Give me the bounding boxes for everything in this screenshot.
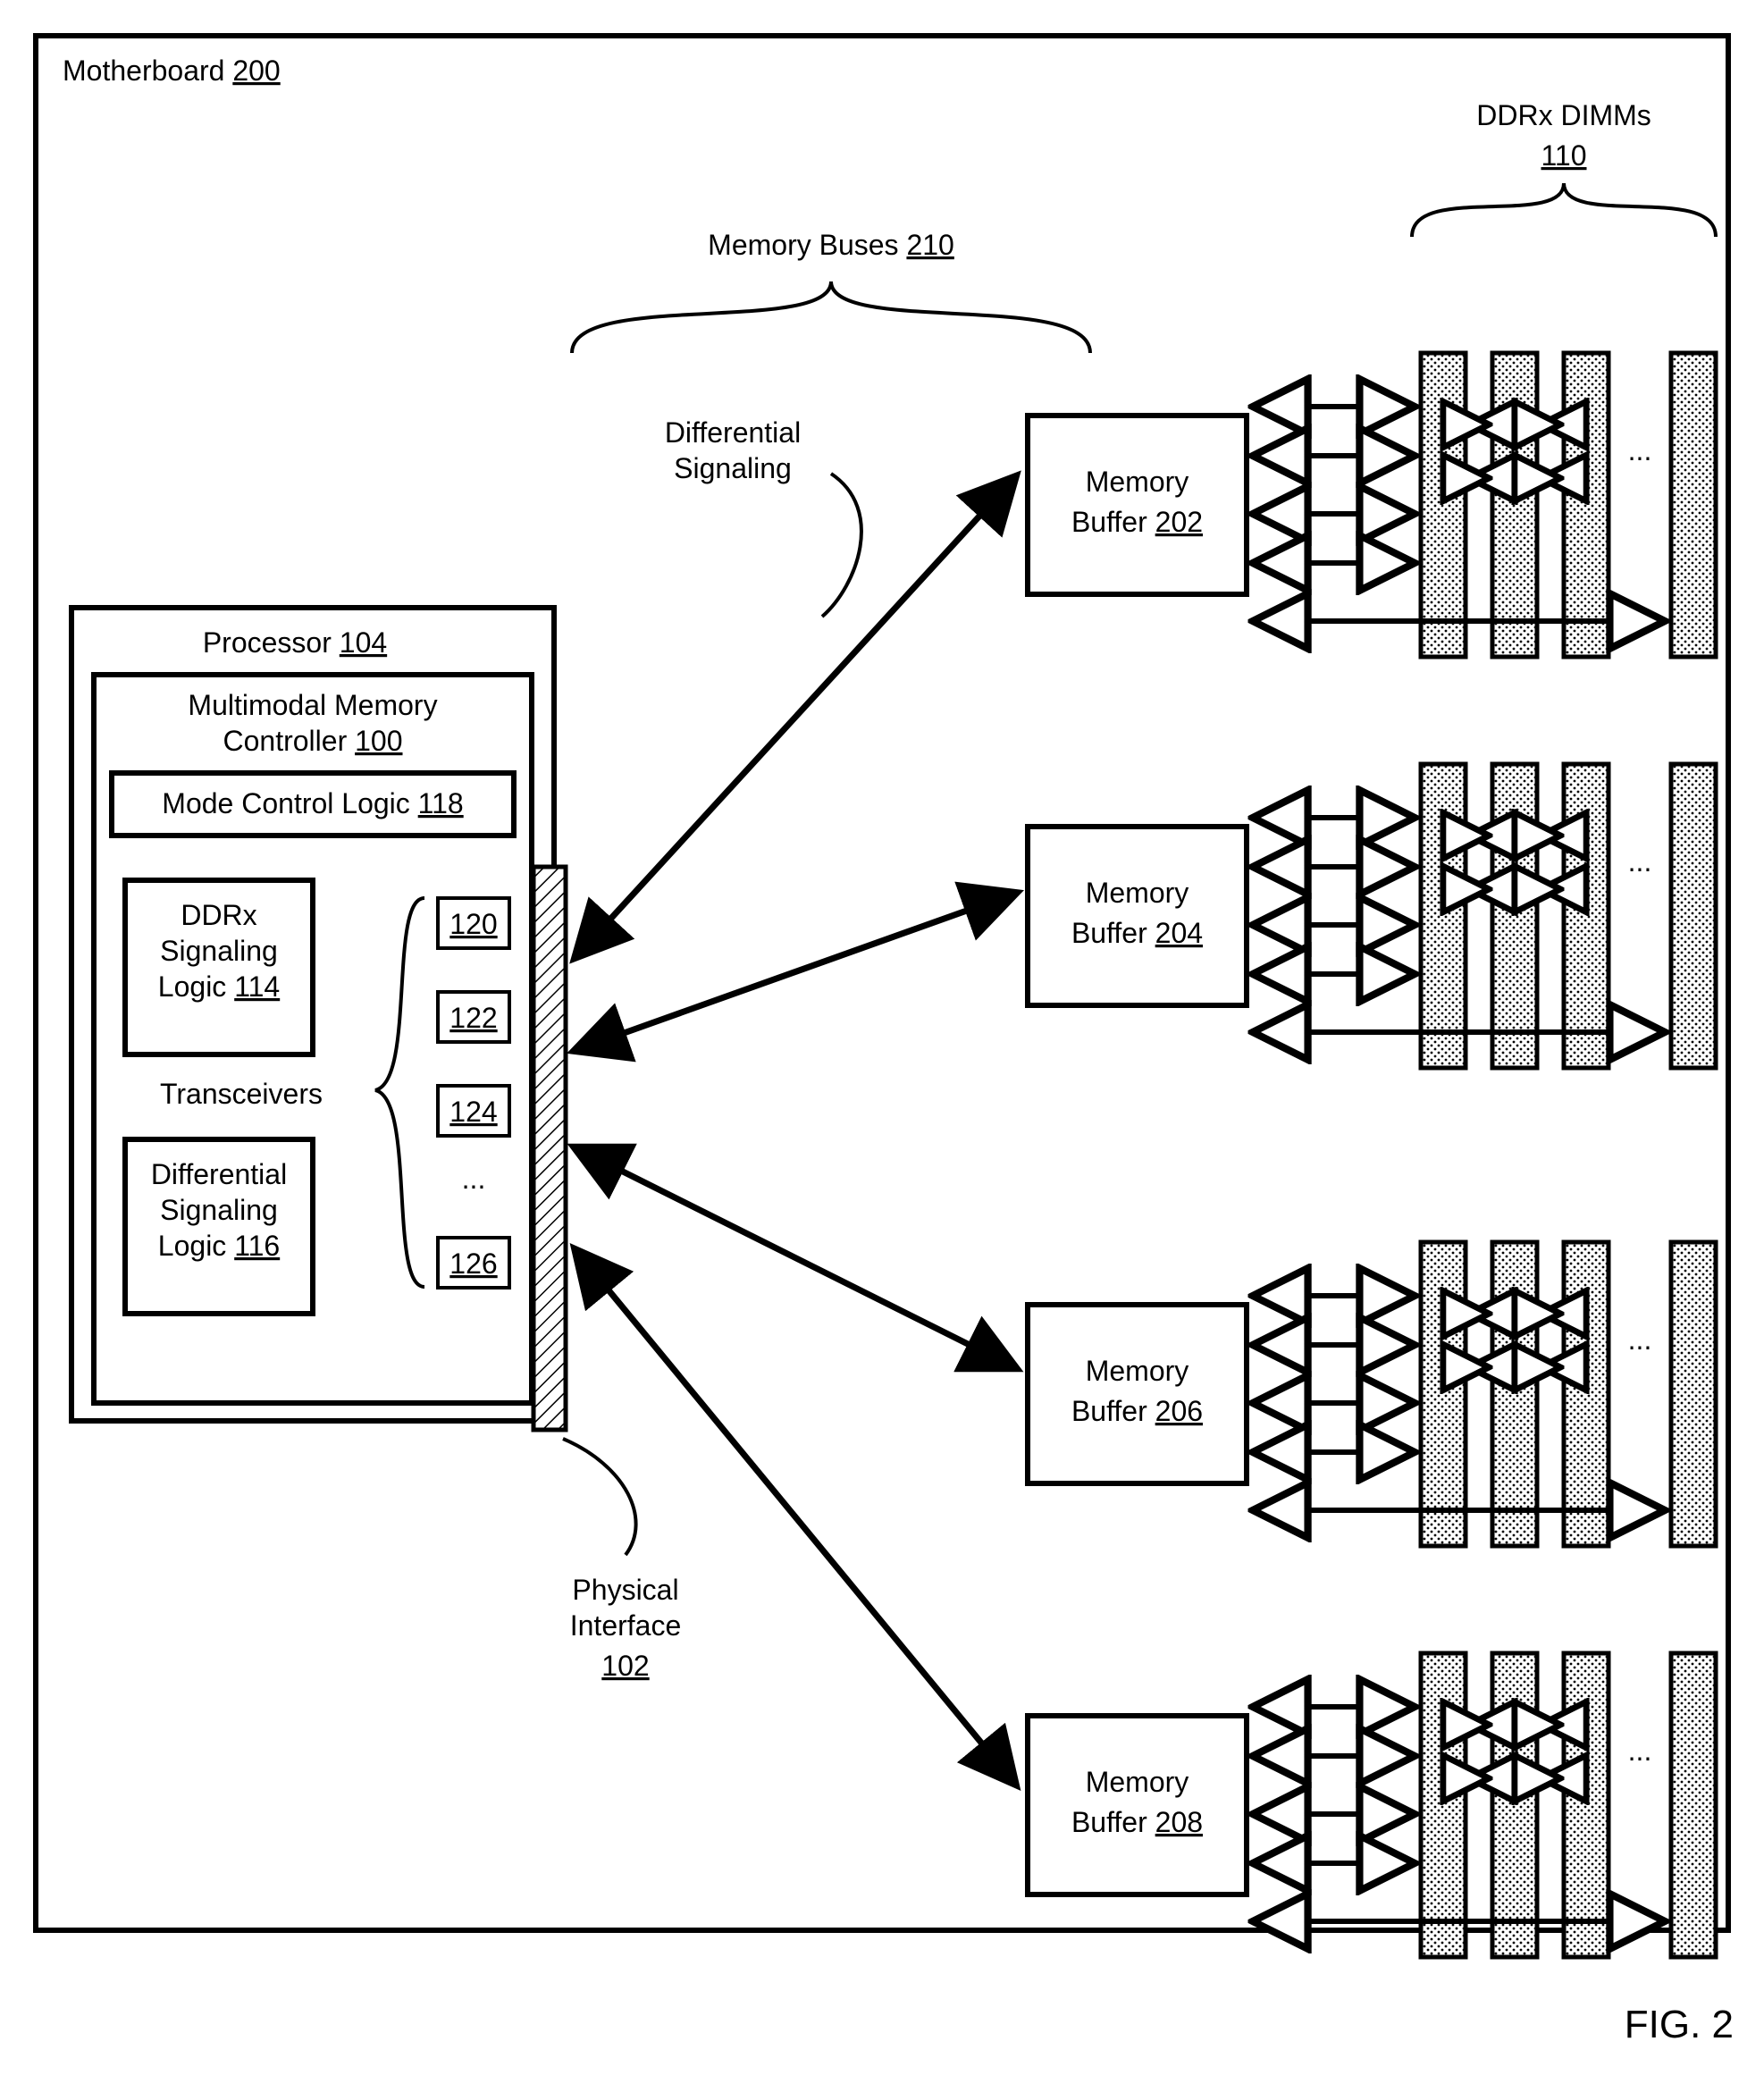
memory-buffer-label: Memory (1086, 466, 1189, 498)
dimm (1492, 353, 1537, 657)
physical-interface (533, 867, 566, 1430)
memory-buffer-ref: Buffer 202 (1071, 506, 1203, 538)
dimm (1671, 1653, 1716, 1957)
phys-if-ref: 102 (601, 1650, 649, 1682)
diff-sig-label-1: Differential (665, 416, 801, 449)
dimm (1564, 1653, 1609, 1957)
dimm (1421, 1242, 1466, 1546)
svg-text:122: 122 (449, 1002, 497, 1034)
dimms-label: DDRx DIMMs (1476, 99, 1651, 131)
memory-buffer-label: Memory (1086, 1766, 1189, 1798)
dimm (1564, 1242, 1609, 1546)
mode-logic-label: Mode Control Logic 118 (162, 787, 463, 819)
memory-buffer-box (1028, 827, 1247, 1005)
transceiver-126: 126 (438, 1238, 509, 1288)
diff-sig-label-2: Signaling (674, 452, 792, 484)
dimm (1421, 764, 1466, 1068)
dimm (1492, 764, 1537, 1068)
phys-if-l1: Physical (572, 1574, 678, 1606)
transceiver-ellipsis: ... (462, 1163, 486, 1195)
figure-label: FIG. 2 (1625, 2003, 1734, 2046)
motherboard-label: Motherboard 200 (63, 55, 281, 87)
transceivers-label: Transceivers (160, 1078, 323, 1110)
dimm (1564, 764, 1609, 1068)
memory-buffer-box (1028, 416, 1247, 594)
dimm (1492, 1653, 1537, 1957)
dimm-ellipsis: ... (1628, 1323, 1652, 1356)
dimm (1671, 764, 1716, 1068)
ddrx-logic-l3: Logic 114 (158, 970, 280, 1003)
memory-buffer-label: Memory (1086, 1355, 1189, 1387)
memory-buffer-ref: Buffer 208 (1071, 1806, 1203, 1838)
dimm-ellipsis: ... (1628, 1735, 1652, 1767)
transceiver-120: 120 (438, 898, 509, 948)
transceiver-122: 122 (438, 992, 509, 1042)
diff-logic-l1: Differential (151, 1158, 287, 1190)
dimm (1492, 1242, 1537, 1546)
controller-label-2: Controller 100 (223, 725, 403, 757)
diff-logic-l2: Signaling (160, 1194, 278, 1226)
dimm (1421, 1653, 1466, 1957)
svg-text:120: 120 (449, 908, 497, 940)
dimm-ellipsis: ... (1628, 434, 1652, 466)
svg-text:124: 124 (449, 1096, 497, 1128)
dimm (1421, 353, 1466, 657)
processor-label: Processor 104 (203, 626, 387, 659)
dimm (1671, 1242, 1716, 1546)
memory-buffer-label: Memory (1086, 877, 1189, 909)
dimm-ellipsis: ... (1628, 845, 1652, 878)
dimm (1564, 353, 1609, 657)
controller-label-1: Multimodal Memory (188, 689, 437, 721)
ddrx-logic-l2: Signaling (160, 935, 278, 967)
memory-buffer-box (1028, 1716, 1247, 1894)
ddrx-logic-l1: DDRx (181, 899, 256, 931)
memory-buffer-ref: Buffer 204 (1071, 917, 1203, 949)
memory-buffer-box (1028, 1305, 1247, 1483)
svg-text:126: 126 (449, 1248, 497, 1280)
dimm (1671, 353, 1716, 657)
phys-if-l2: Interface (570, 1609, 682, 1642)
memory-buffer-ref: Buffer 206 (1071, 1395, 1203, 1427)
diff-logic-l3: Logic 116 (158, 1230, 280, 1262)
dimms-ref: 110 (1541, 139, 1586, 172)
transceiver-124: 124 (438, 1086, 509, 1136)
memory-buses-label: Memory Buses 210 (708, 229, 954, 261)
